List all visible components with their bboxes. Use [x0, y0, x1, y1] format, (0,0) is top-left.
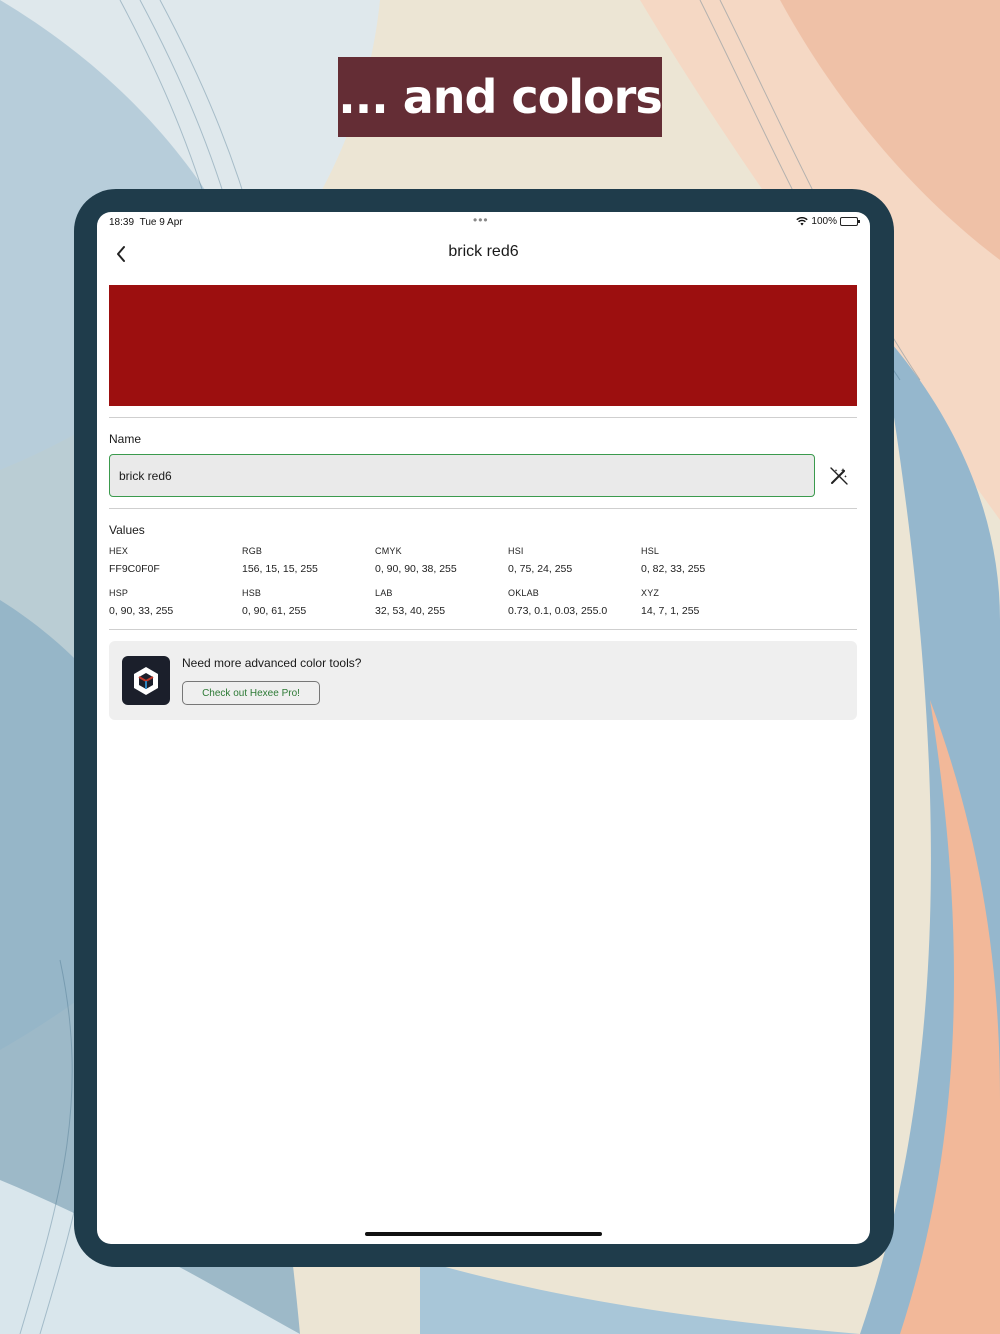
home-indicator[interactable] [365, 1232, 602, 1236]
page-title: brick red6 [448, 243, 519, 260]
value-item-hsb: HSB 0, 90, 61, 255 [242, 588, 307, 617]
value-item-hsp: HSP 0, 90, 33, 255 [109, 588, 174, 617]
status-bar: 18:39 Tue 9 Apr ••• 100% [97, 212, 870, 232]
value-item-xyz: XYZ 14, 7, 1, 255 [641, 588, 700, 617]
hexee-logo-icon [122, 656, 170, 705]
value-item-oklab: OKLAB 0.73, 0.1, 0.03, 255.0 [508, 588, 608, 617]
status-right: 100% [796, 216, 860, 227]
name-input[interactable] [109, 454, 815, 497]
value-item-hsi: HSI 0, 75, 24, 255 [508, 546, 573, 575]
promo-message: Need more advanced color tools? [182, 656, 362, 670]
divider [109, 629, 857, 630]
battery-percent: 100% [811, 216, 837, 227]
values-label: Values [109, 523, 145, 537]
status-time: 18:39 Tue 9 Apr [109, 217, 183, 228]
wifi-icon [796, 217, 809, 226]
promo-banner-title: ... and colors [338, 57, 663, 137]
value-item-lab: LAB 32, 53, 40, 255 [375, 588, 446, 617]
name-label: Name [109, 432, 142, 446]
multitasking-dots-icon[interactable]: ••• [473, 213, 489, 227]
pro-promo-card: Need more advanced color tools? Check ou… [109, 641, 857, 720]
app-screen: 18:39 Tue 9 Apr ••• 100% brick red6 Name [97, 212, 870, 1244]
value-item-rgb: RGB 156, 15, 15, 255 [242, 546, 318, 575]
hexee-pro-button[interactable]: Check out Hexee Pro! [182, 681, 320, 705]
divider [109, 508, 857, 509]
value-item-hsl: HSL 0, 82, 33, 255 [641, 546, 706, 575]
value-item-cmyk: CMYK 0, 90, 90, 38, 255 [375, 546, 457, 575]
divider [109, 417, 857, 418]
magic-wand-icon [830, 467, 848, 485]
app-bar: brick red6 [97, 234, 870, 274]
battery-icon [840, 217, 860, 226]
color-swatch [109, 285, 857, 406]
value-item-hex: HEX FF9C0F0F [109, 546, 160, 575]
auto-name-button[interactable] [827, 464, 851, 488]
